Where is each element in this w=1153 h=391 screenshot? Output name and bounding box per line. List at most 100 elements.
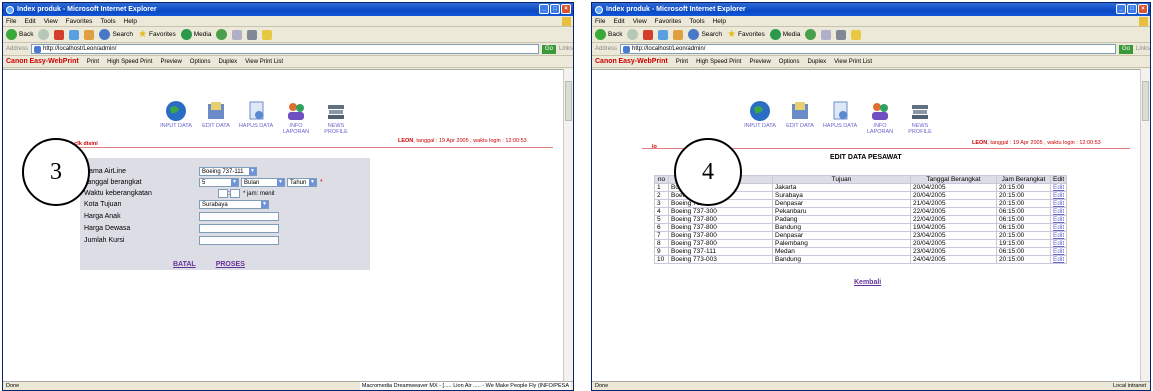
title-bar[interactable]: Index produk - Microsoft Internet Explor… [592,3,1150,16]
vertical-scrollbar[interactable] [563,69,573,381]
options-link[interactable]: Options [779,59,800,65]
edit-link[interactable]: Edit [1049,255,1068,264]
edit-link[interactable]: Edit [1049,199,1068,208]
go-button[interactable]: Go [1118,44,1133,54]
edit-link[interactable]: Edit [1049,207,1068,216]
home-button[interactable] [84,29,95,40]
menu-help[interactable]: Help [124,16,137,26]
folder-button[interactable] [851,29,862,40]
scroll-thumb[interactable] [565,81,572,121]
adult-price-input[interactable] [199,224,279,233]
nav-edit-data[interactable]: EDIT DATA [198,100,234,135]
day-select[interactable]: 5 ▼ [199,178,239,187]
scroll-thumb[interactable] [1142,81,1149,121]
preview-link[interactable]: Preview [749,59,770,65]
back-button[interactable]: Back [595,29,622,40]
favorites-button[interactable]: ★ Favorites [138,29,176,40]
nav-input-data[interactable]: INPUT DATA [158,100,194,135]
menu-file[interactable]: File [595,16,605,26]
cancel-link[interactable]: BATAL [173,261,196,268]
home-button[interactable] [673,29,684,40]
edit-link[interactable]: Edit [1049,223,1068,232]
history-button[interactable] [216,29,228,40]
edit-link[interactable]: Edit [1049,239,1068,248]
nav-news-profile[interactable]: NEWS PROFILE [902,100,938,135]
hour-input[interactable] [218,189,228,198]
menu-edit[interactable]: Edit [613,16,624,26]
print-link[interactable]: Print [87,59,99,65]
easy-webprint-menu[interactable]: Easy-WebPrint [29,58,78,65]
menu-help[interactable]: Help [713,16,726,26]
child-price-input[interactable] [199,212,279,221]
menu-view[interactable]: View [633,16,647,26]
airline-select[interactable]: Boeing 737-111 ▼ [199,167,257,176]
minimize-button[interactable]: _ [539,4,549,14]
city-select[interactable]: Surabaya ▼ [199,200,269,209]
edit-link[interactable]: Edit [1049,191,1068,200]
edit-link[interactable]: Edit [1049,215,1068,224]
media-button[interactable]: Media [769,29,800,40]
history-button[interactable] [805,29,817,40]
maximize-button[interactable]: □ [1127,4,1137,14]
seats-input[interactable] [199,236,279,245]
print-button[interactable] [247,29,258,40]
back-link[interactable]: Kembali [854,279,881,286]
duplex-link[interactable]: Duplex [807,59,826,65]
easy-webprint-menu[interactable]: Easy-WebPrint [618,58,667,65]
view-print-list-link[interactable]: View Print List [834,59,872,65]
year-select[interactable]: Tahun ▼ [287,178,317,187]
taskbar-item[interactable]: Macromedia Dreamweaver MX - [..... Lion … [359,382,571,390]
menu-tools[interactable]: Tools [689,16,704,26]
menu-tools[interactable]: Tools [100,16,115,26]
edit-link[interactable]: Edit [1049,183,1068,192]
nav-hapus-data[interactable]: HAPUS DATA [822,100,858,135]
back-button[interactable]: Back [6,29,33,40]
nav-hapus-data[interactable]: HAPUS DATA [238,100,274,135]
address-input[interactable]: http://localhost/Leon/admin/ [31,44,539,54]
refresh-button[interactable] [658,29,669,40]
forward-button[interactable] [627,29,639,40]
links-button[interactable]: Links [1136,46,1150,52]
menu-view[interactable]: View [44,16,58,26]
duplex-link[interactable]: Duplex [218,59,237,65]
folder-button[interactable] [262,29,273,40]
nav-info-laporan[interactable]: INFO LAPORAN [278,100,314,135]
menu-favorites[interactable]: Favorites [66,16,93,26]
high-speed-print-link[interactable]: High Speed Print [696,59,741,65]
edit-link[interactable]: Edit [1049,247,1068,256]
preview-link[interactable]: Preview [160,59,181,65]
mail-button[interactable] [821,29,832,40]
minimize-button[interactable]: _ [1116,4,1126,14]
forward-button[interactable] [38,29,50,40]
stop-button[interactable] [643,29,654,40]
search-button[interactable]: Search [688,29,722,40]
go-button[interactable]: Go [541,44,556,54]
search-button[interactable]: Search [99,29,133,40]
favorites-button[interactable]: ★ Favorites [727,29,765,40]
menu-favorites[interactable]: Favorites [655,16,682,26]
menu-file[interactable]: File [6,16,16,26]
stop-button[interactable] [54,29,65,40]
close-button[interactable]: × [1138,4,1148,14]
month-select[interactable]: Bulan ▼ [241,178,285,187]
links-button[interactable]: Links [559,46,573,52]
print-link[interactable]: Print [676,59,688,65]
close-button[interactable]: × [561,4,571,14]
edit-link[interactable]: Edit [1049,231,1068,240]
nav-info-laporan[interactable]: INFO LAPORAN [862,100,898,135]
logout-link[interactable]: lo [652,144,657,150]
mail-button[interactable] [232,29,243,40]
title-bar[interactable]: Index produk - Microsoft Internet Explor… [3,3,573,16]
minute-input[interactable] [229,189,240,198]
media-button[interactable]: Media [180,29,211,40]
vertical-scrollbar[interactable] [1140,69,1150,381]
nav-news-profile[interactable]: NEWS PROFILE [318,100,354,135]
print-button[interactable] [836,29,847,40]
refresh-button[interactable] [69,29,80,40]
view-print-list-link[interactable]: View Print List [245,59,283,65]
nav-input-data[interactable]: INPUT DATA [742,100,778,135]
maximize-button[interactable]: □ [550,4,560,14]
address-input[interactable]: http://localhost/Leon/admin/ [620,44,1116,54]
high-speed-print-link[interactable]: High Speed Print [107,59,152,65]
options-link[interactable]: Options [190,59,211,65]
